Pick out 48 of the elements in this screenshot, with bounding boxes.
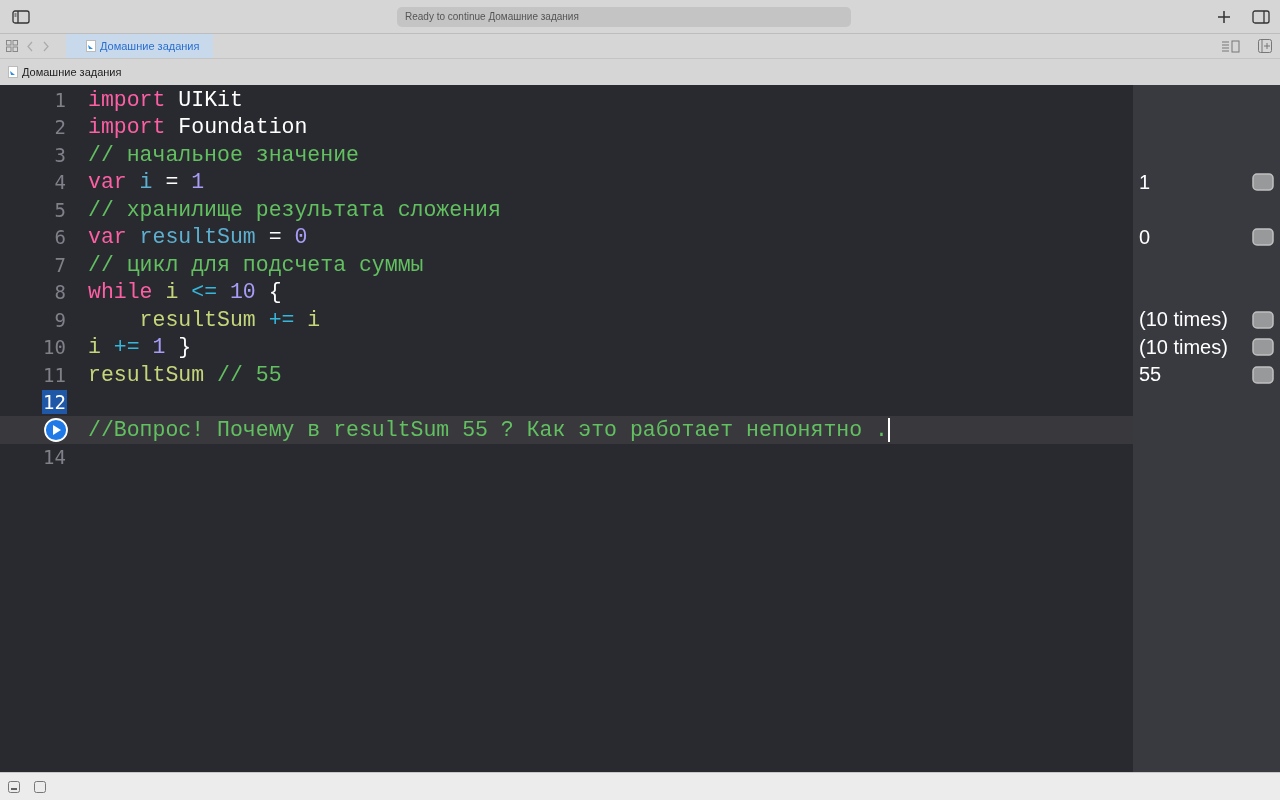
- line-number: 12: [42, 390, 67, 415]
- breadcrumb-file[interactable]: Домашние задания: [22, 66, 122, 78]
- editor-tab[interactable]: Домашние задания: [66, 34, 213, 58]
- result-value: 0: [1139, 225, 1152, 249]
- code-line: var resultSum = 0: [88, 225, 308, 250]
- code-line: // хранилище результата сложения: [88, 197, 501, 222]
- result-value: (10 times): [1139, 308, 1229, 332]
- line-number: 5: [53, 197, 67, 222]
- add-editor-icon[interactable]: [1258, 39, 1272, 53]
- result-value: 1: [1139, 170, 1152, 194]
- line-number: 11: [42, 362, 67, 387]
- code-line: resultSum // 55: [88, 362, 282, 387]
- code-line: while i <= 10 {: [88, 280, 282, 305]
- line-number: 9: [53, 307, 67, 332]
- add-icon[interactable]: [1218, 10, 1230, 23]
- code-line: i += 1 }: [88, 335, 192, 360]
- quick-look-icon[interactable]: [1252, 365, 1274, 384]
- line-number: 7: [53, 252, 67, 277]
- result-value: (10 times): [1139, 335, 1229, 359]
- quick-look-icon[interactable]: [1252, 228, 1274, 247]
- sidebar-toggle-icon[interactable]: [12, 9, 30, 24]
- quick-look-icon[interactable]: [1252, 310, 1274, 329]
- inspector-toggle-icon[interactable]: [1252, 9, 1270, 24]
- code-line: // начальное значение: [88, 142, 359, 167]
- line-number: 4: [53, 170, 67, 195]
- line-number: 6: [53, 225, 67, 250]
- square-icon[interactable]: [34, 780, 46, 793]
- quick-look-icon[interactable]: [1252, 173, 1274, 192]
- line-number: 1: [53, 87, 67, 112]
- line-number: 3: [53, 142, 67, 167]
- activity-status: Ready to continue Домашние задания: [397, 6, 851, 27]
- result-value: 55: [1139, 363, 1163, 387]
- line-number: 10: [42, 335, 67, 360]
- debug-area-icon[interactable]: [8, 780, 20, 793]
- code-line: resultSum += i: [138, 307, 321, 332]
- code-line: //Вопрос! Почему в resultSum 55 ? Как это работает непонятно .: [88, 417, 888, 442]
- line-number: 14: [42, 445, 67, 470]
- code-line: // цикл для подсчета суммы: [88, 252, 424, 277]
- swift-file-icon: [86, 40, 96, 52]
- swift-file-icon: [8, 66, 18, 78]
- code-line: import UIKit: [88, 87, 243, 112]
- code-line: var i = 1: [88, 170, 205, 195]
- line-number: 8: [53, 280, 67, 305]
- run-button-icon[interactable]: [44, 417, 68, 442]
- quick-look-icon[interactable]: [1252, 338, 1274, 357]
- text-cursor: [887, 417, 890, 442]
- line-number: 2: [53, 115, 67, 140]
- code-line: import Foundation: [88, 115, 308, 140]
